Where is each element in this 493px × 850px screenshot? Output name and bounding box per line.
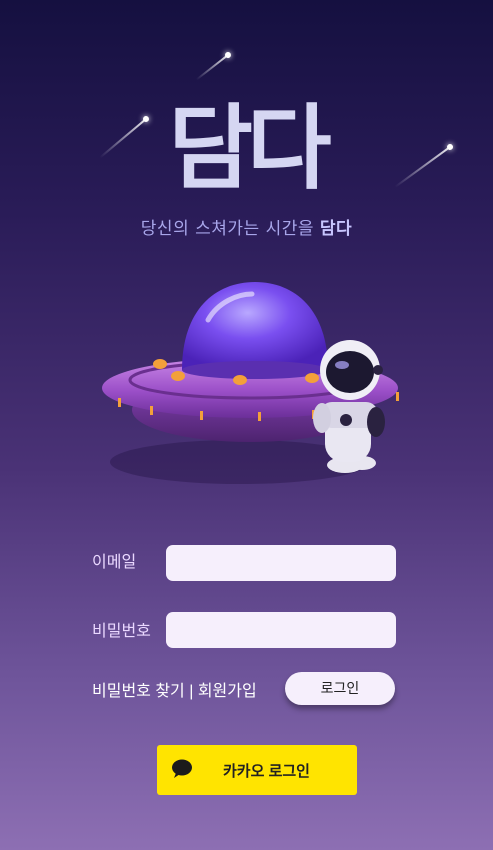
password-input[interactable] [166,612,396,648]
tagline-text: 당신의 스쳐가는 시간을 [140,219,315,239]
email-input[interactable] [166,545,396,581]
ufo-astronaut-illustration [102,282,399,484]
shooting-star [195,54,229,81]
login-button[interactable]: 로그인 [285,672,395,705]
kakao-login-label: 카카오 로그인 [223,763,310,780]
link-separator: | [189,683,194,700]
signup-link[interactable]: 회원가입 [198,683,257,700]
email-label: 이메일 [92,554,137,571]
chat-bubble-icon [172,759,192,778]
logo-mark: 담다 [168,95,337,192]
account-links: 비밀번호 찾기 | 회원가입 [92,677,257,701]
tagline-emphasis: 담다 [319,219,353,239]
app-logo: 담다 [0,92,493,192]
svg-text:담다: 담다 [168,95,331,192]
find-password-link[interactable]: 비밀번호 찾기 [92,683,185,700]
tagline: 당신의 스쳐가는 시간을 담다 [0,214,493,239]
password-label: 비밀번호 [92,623,151,640]
kakao-login-button[interactable]: 카카오 로그인 [157,745,357,795]
